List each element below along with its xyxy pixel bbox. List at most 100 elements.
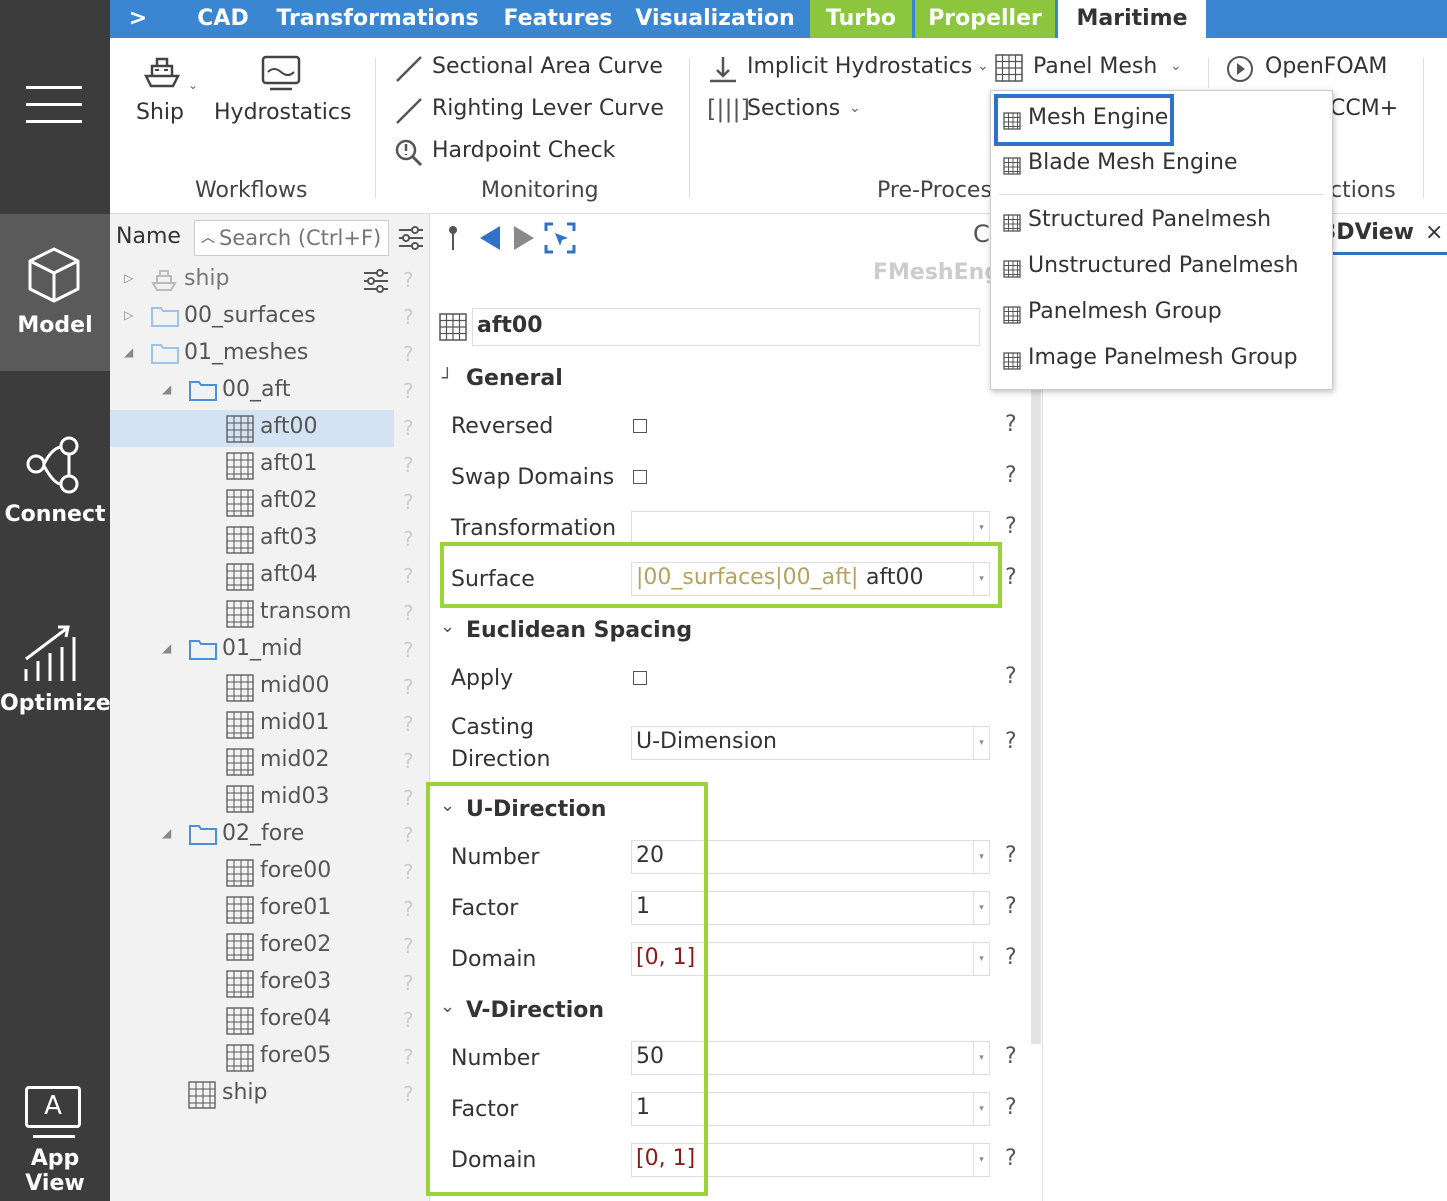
menu-item[interactable]: Unstructured Panelmesh: [991, 247, 1334, 291]
menu-item[interactable]: Blade Mesh Engine: [991, 144, 1334, 188]
help-icon[interactable]: ?: [1005, 843, 1017, 868]
dropdown-arrow-icon[interactable]: ▾: [973, 841, 989, 873]
help-icon[interactable]: ?: [403, 786, 414, 810]
casting-direction-select[interactable]: U-Dimension ▾: [631, 726, 990, 760]
sections-button[interactable]: [|||] Sections ⌄: [707, 94, 867, 130]
help-icon[interactable]: ?: [403, 860, 414, 884]
apply-checkbox[interactable]: [633, 671, 647, 685]
tree-row[interactable]: ◢ 01_meshes?: [110, 336, 430, 373]
pin-icon[interactable]: [446, 224, 460, 252]
help-icon[interactable]: ?: [1005, 945, 1017, 970]
tree-row[interactable]: fore05?: [110, 1039, 430, 1076]
help-icon[interactable]: ?: [403, 638, 414, 662]
reversed-checkbox[interactable]: [633, 419, 647, 433]
help-icon[interactable]: ?: [403, 675, 414, 699]
help-icon[interactable]: ?: [403, 749, 414, 773]
tree-row[interactable]: fore01?: [110, 891, 430, 928]
sidebar-item-app-view[interactable]: A App View: [0, 1080, 110, 1196]
tree-expand-arrow-icon[interactable]: ◢: [162, 826, 171, 840]
tree-row[interactable]: fore02?: [110, 928, 430, 965]
help-icon[interactable]: ?: [403, 490, 414, 514]
sectional-area-curve-button[interactable]: Sectional Area Curve: [394, 52, 684, 88]
help-icon[interactable]: ?: [1005, 1095, 1017, 1120]
tab-turbo[interactable]: Turbo: [810, 0, 912, 38]
filter-sliders-icon[interactable]: [397, 224, 425, 252]
search-box[interactable]: ︿: [194, 220, 389, 256]
object-name-field[interactable]: aft00: [472, 308, 980, 346]
tab-transformations[interactable]: Transformations: [275, 0, 480, 38]
tab-propeller[interactable]: Propeller: [915, 0, 1055, 38]
chevron-down-icon[interactable]: ⌄: [440, 616, 455, 637]
ccm-label[interactable]: CCM+: [1330, 96, 1398, 121]
help-icon[interactable]: ?: [403, 268, 414, 292]
ship-button[interactable]: ⌄ Ship: [128, 50, 206, 130]
tree-row[interactable]: ▷ 00_surfaces?: [110, 299, 430, 336]
help-icon[interactable]: ?: [1005, 412, 1017, 437]
hydrostatics-button[interactable]: Hydrostatics: [210, 50, 355, 130]
help-icon[interactable]: ?: [403, 934, 414, 958]
help-icon[interactable]: ?: [1005, 565, 1017, 590]
expand-chevron-icon[interactable]: >: [126, 0, 150, 38]
dropdown-arrow-icon[interactable]: ▾: [973, 1093, 989, 1125]
implicit-hydrostatics-button[interactable]: Implicit Hydrostatics ⌄: [707, 52, 992, 88]
tree-row[interactable]: ◢ 02_fore?: [110, 817, 430, 854]
help-icon[interactable]: ?: [1005, 1044, 1017, 1069]
search-input[interactable]: [219, 223, 385, 253]
help-icon[interactable]: ?: [1005, 664, 1017, 689]
tree-row[interactable]: mid02?: [110, 743, 430, 780]
select-target-icon[interactable]: [544, 222, 576, 254]
tree-row[interactable]: aft04?: [110, 558, 430, 595]
3d-view-tab[interactable]: 3DView: [1321, 220, 1414, 245]
help-icon[interactable]: ?: [403, 1045, 414, 1069]
tab-visualization[interactable]: Visualization: [635, 0, 795, 38]
dropdown-arrow-icon[interactable]: ▾: [973, 727, 989, 759]
properties-scrollbar[interactable]: [1031, 384, 1041, 1044]
forward-arrow-icon[interactable]: [512, 224, 536, 252]
help-icon[interactable]: ?: [403, 971, 414, 995]
dropdown-arrow-icon[interactable]: ▾: [973, 892, 989, 924]
help-icon[interactable]: ?: [403, 897, 414, 921]
tab-features[interactable]: Features: [498, 0, 618, 38]
back-arrow-icon[interactable]: [478, 224, 502, 252]
tree-row[interactable]: fore03?: [110, 965, 430, 1002]
tree-expand-arrow-icon[interactable]: ▷: [124, 308, 133, 322]
help-icon[interactable]: ?: [403, 416, 414, 440]
dropdown-arrow-icon[interactable]: ▾: [973, 1144, 989, 1176]
collapse-general-icon[interactable]: ┘: [442, 368, 453, 389]
tree-row[interactable]: aft02?: [110, 484, 430, 521]
tree-row[interactable]: aft03?: [110, 521, 430, 558]
swap-domains-checkbox[interactable]: [633, 470, 647, 484]
close-icon[interactable]: ×: [1425, 220, 1443, 245]
help-icon[interactable]: ?: [1005, 514, 1017, 539]
help-icon[interactable]: ?: [403, 712, 414, 736]
help-icon[interactable]: ?: [1005, 1146, 1017, 1171]
help-icon[interactable]: ?: [403, 453, 414, 477]
help-icon[interactable]: ?: [403, 342, 414, 366]
panel-mesh-button[interactable]: Panel Mesh ⌄: [995, 52, 1185, 88]
tree-expand-arrow-icon[interactable]: ▷: [124, 271, 133, 285]
tree-row[interactable]: mid03?: [110, 780, 430, 817]
refresh-icon[interactable]: C: [973, 220, 990, 248]
tree-expand-arrow-icon[interactable]: ◢: [162, 382, 171, 396]
sidebar-item-connect[interactable]: Connect: [0, 420, 110, 540]
tab-maritime[interactable]: Maritime: [1058, 0, 1206, 38]
transformation-input[interactable]: ▾: [631, 511, 990, 545]
dropdown-arrow-icon[interactable]: ▾: [973, 512, 989, 544]
sidebar-item-model[interactable]: Model: [0, 214, 110, 371]
help-icon[interactable]: ?: [403, 1008, 414, 1032]
tree-row[interactable]: ◢ 01_mid?: [110, 632, 430, 669]
tree-row[interactable]: fore00?: [110, 854, 430, 891]
sidebar-item-optimize[interactable]: Optimize: [0, 615, 111, 735]
help-icon[interactable]: ?: [403, 527, 414, 551]
menu-item[interactable]: Structured Panelmesh: [991, 201, 1334, 245]
dropdown-arrow-icon[interactable]: ▾: [973, 1042, 989, 1074]
help-icon[interactable]: ?: [403, 379, 414, 403]
tab-cad[interactable]: CAD: [188, 0, 258, 38]
tree-expand-arrow-icon[interactable]: ◢: [162, 641, 171, 655]
tree-row[interactable]: ship?: [110, 1076, 430, 1113]
tree-row[interactable]: transom?: [110, 595, 430, 632]
sort-chevron-icon[interactable]: ︿: [201, 227, 215, 247]
help-icon[interactable]: ?: [403, 1082, 414, 1106]
tree-row[interactable]: mid01?: [110, 706, 430, 743]
help-icon[interactable]: ?: [403, 823, 414, 847]
